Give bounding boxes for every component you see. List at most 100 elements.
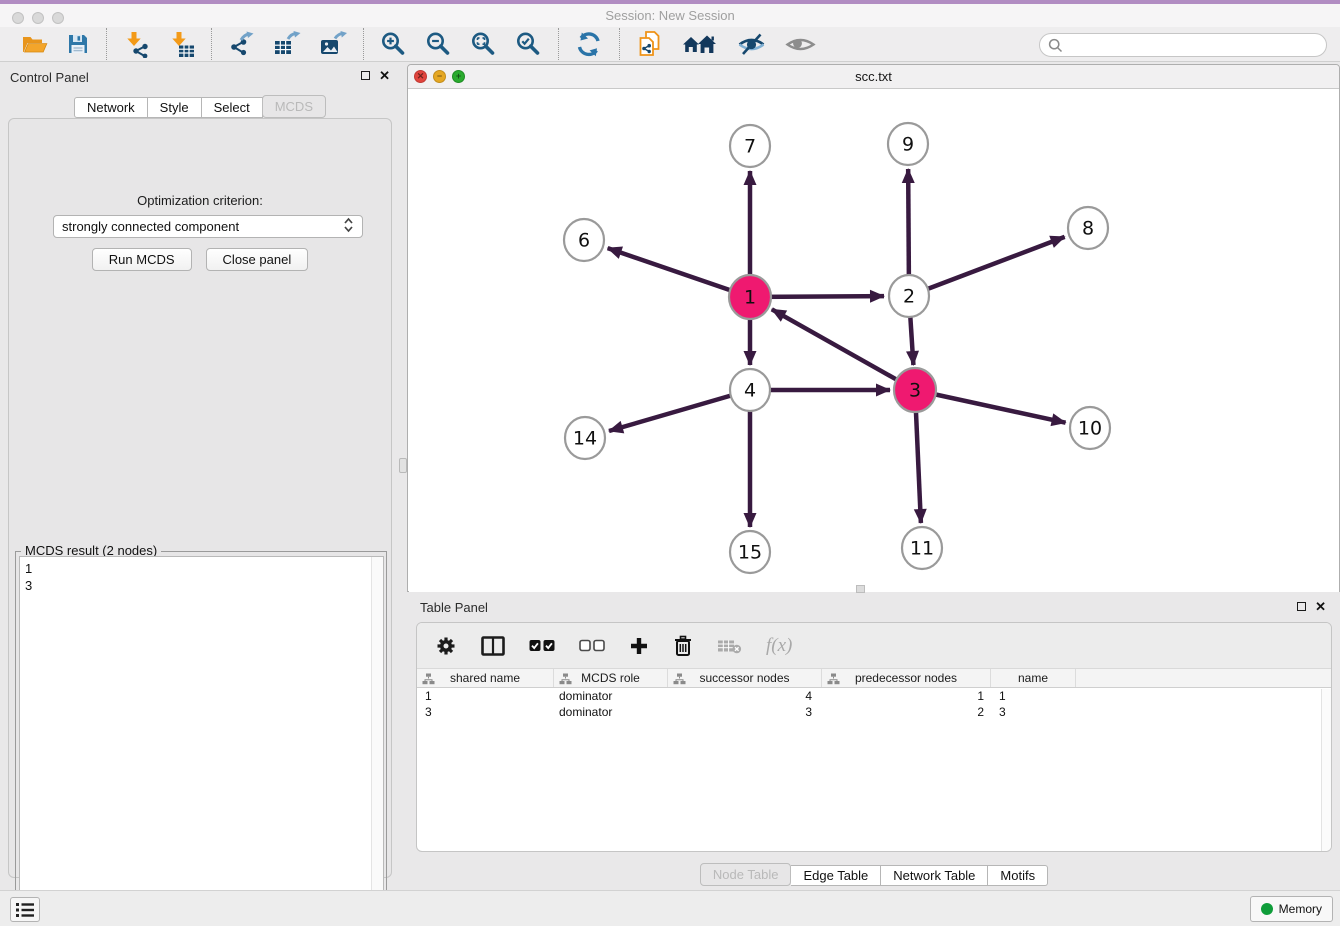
open-session-button[interactable] bbox=[12, 27, 57, 61]
tab-select[interactable]: Select bbox=[202, 97, 263, 118]
tab-mcds[interactable]: MCDS bbox=[262, 95, 326, 118]
zoom-fit-icon bbox=[470, 31, 497, 58]
table-row[interactable]: 1 dominator 4 1 1 bbox=[417, 688, 1331, 704]
task-history-button[interactable] bbox=[10, 897, 40, 922]
criterion-select[interactable]: strongly connected component bbox=[53, 215, 363, 238]
tab-edge-table[interactable]: Edge Table bbox=[791, 865, 881, 886]
tab-motifs[interactable]: Motifs bbox=[988, 865, 1048, 886]
graph-node-4[interactable]: 4 bbox=[730, 369, 770, 411]
column-header-successor-nodes[interactable]: successor nodes bbox=[668, 669, 822, 687]
window-title: Session: New Session bbox=[0, 8, 1340, 23]
graph-edge-3-1[interactable] bbox=[772, 309, 915, 390]
export-image-button[interactable] bbox=[310, 27, 356, 61]
network-view-window: ✕ − + scc.txt 1234678910111415 bbox=[407, 64, 1340, 592]
graph-edge-2-8[interactable] bbox=[909, 237, 1065, 296]
memory-button[interactable]: Memory bbox=[1250, 896, 1333, 922]
tab-network-table[interactable]: Network Table bbox=[881, 865, 988, 886]
column-header-mcds-role[interactable]: MCDS role bbox=[554, 669, 668, 687]
import-table-button[interactable] bbox=[159, 27, 204, 61]
delete-table-icon bbox=[717, 638, 742, 654]
tab-style[interactable]: Style bbox=[148, 97, 202, 118]
graph-edge-1-6[interactable] bbox=[608, 248, 750, 297]
column-header-shared-name[interactable]: shared name bbox=[417, 669, 554, 687]
search-input[interactable] bbox=[1068, 38, 1326, 53]
graph-node-10[interactable]: 10 bbox=[1070, 407, 1110, 449]
graph-node-14[interactable]: 14 bbox=[565, 417, 605, 459]
graph-node-8[interactable]: 8 bbox=[1068, 207, 1108, 249]
show-graphics-details-button[interactable] bbox=[776, 27, 825, 61]
svg-text:14: 14 bbox=[573, 428, 597, 450]
column-type-icon bbox=[673, 673, 686, 685]
mcds-result-textarea[interactable]: 1 3 bbox=[19, 556, 384, 926]
copy-network-icon bbox=[636, 30, 664, 58]
graph-edge-4-14[interactable] bbox=[609, 390, 750, 431]
graph-node-1[interactable]: 1 bbox=[729, 275, 771, 319]
table-panel-float-icon[interactable] bbox=[1297, 602, 1306, 611]
delete-table-button[interactable] bbox=[717, 638, 742, 654]
hide-graphics-details-button[interactable] bbox=[727, 27, 776, 61]
tab-node-table[interactable]: Node Table bbox=[700, 863, 792, 886]
import-network-button[interactable] bbox=[114, 27, 159, 61]
graph-edge-3-10[interactable] bbox=[915, 390, 1066, 423]
search-box[interactable] bbox=[1039, 33, 1327, 57]
graph-node-7[interactable]: 7 bbox=[730, 125, 770, 167]
svg-text:10: 10 bbox=[1078, 418, 1102, 440]
control-panel-title: Control Panel bbox=[10, 70, 89, 85]
apply-layout-button[interactable] bbox=[566, 27, 612, 61]
control-panel-float-icon[interactable] bbox=[361, 71, 370, 80]
cell-shared-name: 1 bbox=[417, 688, 554, 704]
zoom-out-button[interactable] bbox=[416, 27, 461, 61]
eye-slash-icon bbox=[736, 32, 767, 57]
table-row[interactable]: 3 dominator 3 2 3 bbox=[417, 704, 1331, 720]
run-mcds-button[interactable]: Run MCDS bbox=[92, 248, 192, 271]
save-session-button[interactable] bbox=[57, 27, 99, 61]
cell-mcds-role: dominator bbox=[554, 704, 668, 720]
zoom-fit-button[interactable] bbox=[461, 27, 506, 61]
graph-node-9[interactable]: 9 bbox=[888, 123, 928, 165]
column-header-predecessor-nodes[interactable]: predecessor nodes bbox=[822, 669, 991, 687]
function-builder-button[interactable]: f(x) bbox=[766, 635, 792, 657]
table-panel-title: Table Panel bbox=[420, 600, 488, 615]
add-column-button[interactable] bbox=[629, 636, 649, 656]
toolbar-separator bbox=[558, 28, 559, 60]
column-label: name bbox=[1018, 671, 1048, 685]
graph-node-15[interactable]: 15 bbox=[730, 531, 770, 573]
horizontal-split-handle[interactable] bbox=[856, 585, 865, 593]
zoom-in-button[interactable] bbox=[371, 27, 416, 61]
network-window-title: scc.txt bbox=[408, 69, 1339, 84]
tab-network[interactable]: Network bbox=[74, 97, 148, 118]
network-canvas[interactable]: 1 2 3 4 6 7 8 9 10 11 14 15 bbox=[409, 89, 1339, 592]
checked-boxes-icon bbox=[529, 639, 555, 652]
control-panel-close-icon[interactable]: ✕ bbox=[379, 70, 390, 81]
result-scrollbar[interactable] bbox=[371, 557, 383, 925]
control-panel-header: Control Panel ✕ bbox=[0, 68, 400, 88]
delete-rows-button[interactable] bbox=[673, 635, 693, 657]
save-icon bbox=[66, 32, 90, 56]
split-panel-button[interactable] bbox=[481, 636, 505, 656]
clone-network-button[interactable] bbox=[627, 27, 673, 61]
network-overview-button[interactable] bbox=[673, 27, 727, 61]
toolbar-separator bbox=[211, 28, 212, 60]
close-panel-button[interactable]: Close panel bbox=[206, 248, 309, 271]
table-scrollbar[interactable] bbox=[1321, 689, 1331, 851]
zoom-selected-button[interactable] bbox=[506, 27, 551, 61]
graph-node-6[interactable]: 6 bbox=[564, 219, 604, 261]
export-network-button[interactable] bbox=[219, 27, 264, 61]
search-icon bbox=[1048, 38, 1063, 53]
select-all-button[interactable] bbox=[529, 639, 555, 652]
homes-icon bbox=[682, 32, 718, 57]
status-bar: Memory bbox=[0, 890, 1340, 926]
graph-node-3[interactable]: 3 bbox=[894, 368, 936, 412]
vertical-split-handle[interactable] bbox=[399, 458, 407, 473]
result-line: 3 bbox=[25, 577, 378, 594]
column-header-name[interactable]: name bbox=[991, 669, 1076, 687]
export-table-button[interactable] bbox=[264, 27, 310, 61]
graph-node-11[interactable]: 11 bbox=[902, 527, 942, 569]
svg-text:3: 3 bbox=[909, 380, 921, 402]
table-mode-button[interactable] bbox=[435, 635, 457, 657]
column-label: MCDS role bbox=[581, 671, 640, 685]
graph-node-2[interactable]: 2 bbox=[889, 275, 929, 317]
deselect-all-button[interactable] bbox=[579, 639, 605, 652]
table-panel-close-icon[interactable]: ✕ bbox=[1315, 601, 1326, 612]
memory-label: Memory bbox=[1279, 902, 1322, 916]
